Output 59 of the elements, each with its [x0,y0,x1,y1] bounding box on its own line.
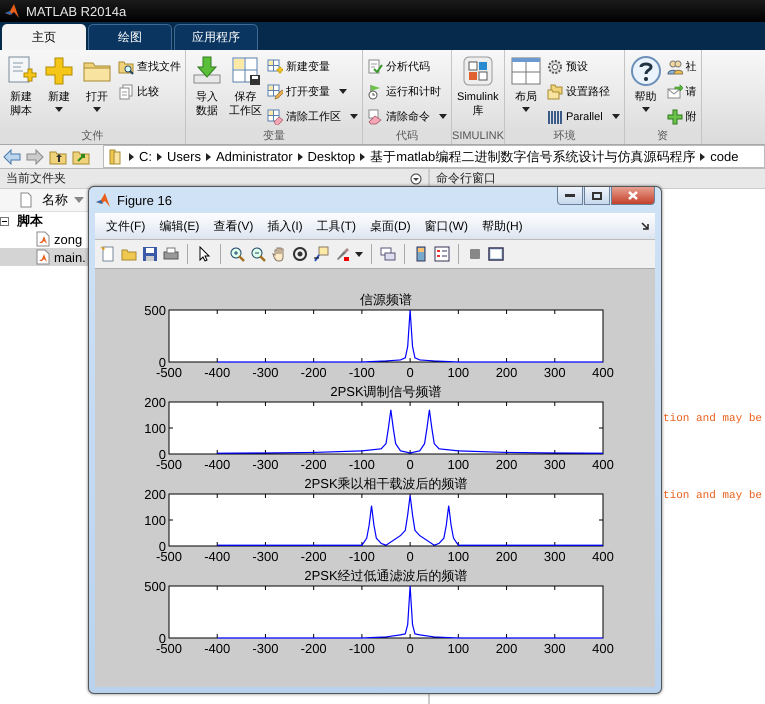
chart-title: 信源频谱 [360,292,412,307]
tick-label: 100 [447,549,470,564]
tick-label: -300 [252,549,278,564]
tick-label: -200 [300,457,327,472]
tick-label: -400 [204,365,230,380]
tick-label: 0 [406,457,414,472]
chart-title: 2PSK乘以相干载波后的频谱 [304,476,468,491]
app-title: MATLAB R2014a [26,4,126,18]
window-title: Figure 16 [117,192,172,208]
tick-label: 100 [144,421,166,436]
tick-label: 300 [544,549,566,564]
chart-title: 2PSK调制信号频谱 [330,384,442,399]
section-title: 文件 [0,128,185,144]
tick-label: 300 [544,457,566,472]
tick-label: 100 [447,365,470,380]
tick-label: -400 [204,457,230,472]
section-title: 环境 [504,128,624,144]
tick-label: -300 [252,641,278,656]
section-title: 资 [624,128,701,144]
section-title: 代码 [363,128,451,144]
panel-title: 当前文件夹 [6,170,66,187]
tick-label: 0 [406,549,414,564]
panel-title: 命令行窗口 [436,170,496,187]
tick-label: -400 [204,549,230,564]
tick-label: 300 [544,365,566,380]
console-text: tion and may be [663,490,764,502]
tick-label: -300 [252,457,278,472]
tick-label: 200 [144,487,166,502]
tick-label: 0 [406,641,414,656]
tick-label: 0 [406,365,414,380]
tick-label: 400 [592,641,614,656]
tick-label: 500 [144,579,166,594]
tick-label: 100 [447,457,470,472]
tick-label: -200 [300,549,327,564]
tick-label: -300 [252,365,278,380]
tick-label: 500 [144,303,166,318]
tick-label: 400 [592,549,614,564]
section-title: 变量 [186,128,362,144]
tick-label: 200 [496,549,518,564]
group-label: 脚本 [16,212,43,230]
tick-label: 300 [544,641,566,656]
tick-label: 200 [144,395,166,410]
tick-label: 400 [592,365,614,380]
tick-label: 400 [592,457,614,472]
tick-label: -400 [204,641,230,656]
tick-label: 200 [496,365,518,380]
section-title: SIMULINK [452,128,504,144]
tick-label: 100 [447,641,470,656]
tick-label: 100 [144,513,166,528]
chart-title: 2PSK经过低通滤波后的频谱 [304,568,468,583]
tick-label: -100 [348,549,375,564]
tick-label: -200 [300,641,327,656]
console-text: tion and may be [663,413,764,425]
tick-label: 200 [496,457,518,472]
tick-label: -200 [300,365,327,380]
tick-label: 200 [496,641,518,656]
tick-label: -100 [348,365,375,380]
tick-label: -100 [348,457,375,472]
tick-label: -100 [348,641,375,656]
